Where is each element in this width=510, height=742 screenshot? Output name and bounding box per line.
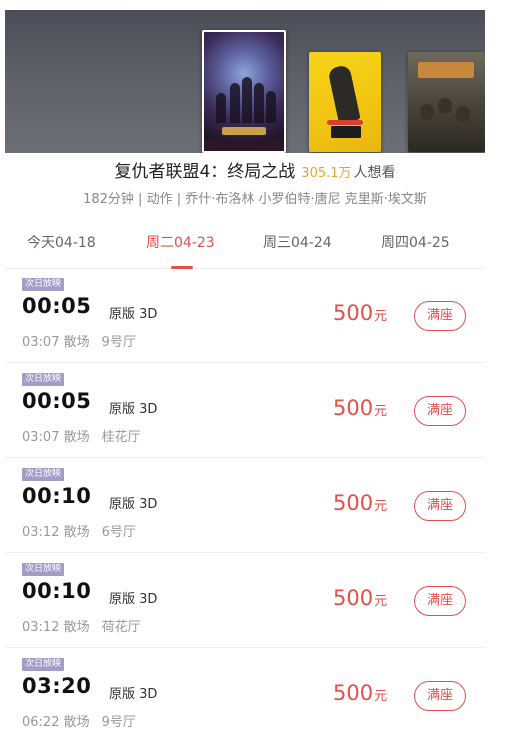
poster-figure: [254, 83, 264, 123]
end-time: 06:22 散场: [22, 715, 90, 730]
price-unit: 元: [374, 594, 388, 609]
showtime-row[interactable]: 次日放映 00:10 原版 3D 03:12 散场 6号厅 500元 满座: [5, 458, 485, 553]
next-day-badge: 次日放映: [22, 563, 65, 576]
movie-version: 原版 3D: [109, 687, 158, 702]
movie-title: 复仇者联盟4：终局之战: [114, 162, 296, 182]
end-and-hall: 03:07 散场 9号厅: [22, 331, 136, 350]
ticket-price: 500元: [333, 681, 387, 705]
sold-out-button[interactable]: 满座: [414, 586, 466, 616]
poster-figure: [266, 91, 276, 123]
hall-name: 9号厅: [101, 335, 136, 350]
hall-name: 荷花厅: [101, 620, 141, 635]
poster-figure: [327, 64, 361, 124]
showtime-row[interactable]: 次日放映 00:10 原版 3D 03:12 散场 荷花厅 500元 满座: [5, 553, 485, 648]
poster-carousel[interactable]: [5, 10, 485, 153]
next-day-badge: 次日放映: [22, 278, 65, 291]
end-and-hall: 03:07 散场 桂花厅: [22, 426, 141, 445]
poster-logo: [418, 62, 474, 78]
ticket-price: 500元: [333, 491, 387, 515]
price-value: 500: [333, 586, 374, 610]
end-and-hall: 03:12 散场 6号厅: [22, 521, 136, 540]
movie-version: 原版 3D: [109, 497, 158, 512]
dark-movie-poster[interactable]: [408, 52, 485, 152]
yellow-movie-poster[interactable]: [309, 52, 381, 152]
next-day-badge: 次日放映: [22, 658, 65, 671]
poster-figure: [456, 106, 470, 122]
movie-meta: 182分钟 | 动作 | 乔什·布洛林 小罗伯特·唐尼 克里斯·埃文斯: [83, 192, 427, 207]
movie-version: 原版 3D: [109, 307, 158, 322]
movie-version: 原版 3D: [109, 592, 158, 607]
ticket-price: 500元: [333, 396, 387, 420]
poster-figure: [327, 120, 363, 125]
showtime-row[interactable]: 次日放映 00:05 原版 3D 03:07 散场 桂花厅 500元 满座: [5, 363, 485, 458]
hall-name: 9号厅: [101, 715, 136, 730]
movie-info: 复仇者联盟4：终局之战 305.1万 人想看 182分钟 | 动作 | 乔什·布洛林…: [0, 156, 510, 209]
hall-name: 桂花厅: [101, 430, 141, 445]
showtime-row[interactable]: 次日放映 03:20 原版 3D 06:22 散场 9号厅 500元 满座: [5, 648, 485, 742]
start-time: 00:05: [22, 389, 92, 413]
end-time: 03:07 散场: [22, 335, 90, 350]
end-time: 03:12 散场: [22, 525, 90, 540]
end-and-hall: 03:12 散场 荷花厅: [22, 616, 141, 635]
end-time: 03:12 散场: [22, 620, 90, 635]
start-time: 00:10: [22, 579, 92, 603]
price-value: 500: [333, 301, 374, 325]
sold-out-button[interactable]: 满座: [414, 396, 466, 426]
price-unit: 元: [374, 309, 388, 324]
tab-date-0418[interactable]: 今天04-18: [27, 218, 96, 268]
ticket-price: 500元: [333, 301, 387, 325]
end-and-hall: 06:22 散场 9号厅: [22, 711, 136, 730]
date-tabs: 今天04-18 周二04-23 周三04-24 周四04-25: [5, 218, 485, 269]
price-value: 500: [333, 491, 374, 515]
tab-date-0424[interactable]: 周三04-24: [263, 218, 332, 268]
poster-logo: [222, 127, 266, 135]
showtime-list: 次日放映 00:05 原版 3D 03:07 散场 9号厅 500元 满座 次日放…: [5, 268, 485, 742]
want-label: 人想看: [353, 165, 396, 181]
poster-figure: [420, 104, 434, 120]
start-time: 00:05: [22, 294, 92, 318]
end-time: 03:07 散场: [22, 430, 90, 445]
poster-figure: [230, 83, 240, 123]
sold-out-button[interactable]: 满座: [414, 301, 466, 331]
avengers-endgame-poster[interactable]: [202, 30, 286, 153]
poster-figure: [438, 98, 452, 114]
tab-date-0425[interactable]: 周四04-25: [381, 218, 450, 268]
start-time: 00:10: [22, 484, 92, 508]
price-value: 500: [333, 681, 374, 705]
movie-version: 原版 3D: [109, 402, 158, 417]
poster-figure: [216, 93, 226, 123]
movie-title-line: 复仇者联盟4：终局之战 305.1万 人想看: [0, 161, 510, 185]
price-unit: 元: [374, 404, 388, 419]
price-unit: 元: [374, 689, 388, 704]
hall-name: 6号厅: [101, 525, 136, 540]
want-count: 305.1万: [301, 166, 352, 181]
tab-date-0423[interactable]: 周二04-23: [146, 218, 215, 268]
next-day-badge: 次日放映: [22, 373, 65, 386]
sold-out-button[interactable]: 满座: [414, 491, 466, 521]
ticket-price: 500元: [333, 586, 387, 610]
poster-footer: [204, 139, 284, 151]
poster-logo: [331, 126, 361, 138]
showtime-row[interactable]: 次日放映 00:05 原版 3D 03:07 散场 9号厅 500元 满座: [5, 268, 485, 363]
price-value: 500: [333, 396, 374, 420]
start-time: 03:20: [22, 674, 92, 698]
next-day-badge: 次日放映: [22, 468, 65, 481]
sold-out-button[interactable]: 满座: [414, 681, 466, 711]
price-unit: 元: [374, 499, 388, 514]
poster-figure: [242, 77, 252, 123]
